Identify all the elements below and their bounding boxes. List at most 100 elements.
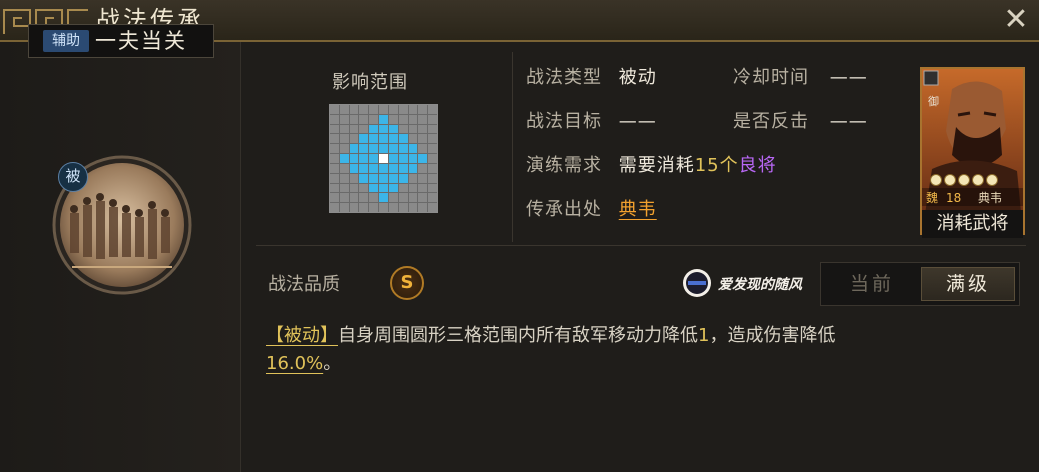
- range-cell: [398, 105, 408, 114]
- range-label: 影响范围: [332, 72, 408, 93]
- range-cell: [379, 154, 388, 163]
- range-cell: [398, 134, 408, 144]
- passive-badge: 被: [58, 162, 88, 192]
- range-cell: [398, 193, 408, 203]
- description-value2: 16.0%: [266, 353, 324, 374]
- toggle-max-button[interactable]: 满级: [921, 267, 1015, 301]
- skill-type-row: 战法类型 被动: [526, 66, 657, 90]
- range-cell: [418, 193, 428, 203]
- range-cell: [418, 173, 428, 183]
- range-cell: [330, 114, 339, 124]
- range-cell: [369, 163, 379, 173]
- range-cell: [379, 144, 388, 154]
- range-cell: [349, 163, 359, 173]
- range-cell: [359, 183, 369, 193]
- range-cell: [339, 163, 349, 173]
- range-cell: [369, 105, 379, 114]
- range-cell: [379, 114, 388, 124]
- range-cell: [428, 183, 437, 193]
- skill-name-box: 辅助 一夫当关: [28, 24, 214, 58]
- range-cell: [379, 124, 388, 134]
- range-cell: [408, 183, 418, 193]
- range-cell: [398, 114, 408, 124]
- watermark-logo-icon: [683, 269, 711, 297]
- range-cell: [349, 203, 359, 212]
- training-count: 15个: [694, 155, 739, 176]
- range-cell: [398, 173, 408, 183]
- range-cell: [408, 114, 418, 124]
- range-cell: [349, 105, 359, 114]
- range-cell: [369, 173, 379, 183]
- range-cell: [418, 124, 428, 134]
- range-cell: [379, 163, 388, 173]
- range-cell: [339, 193, 349, 203]
- description-value1: 1: [698, 325, 710, 346]
- range-cell: [339, 114, 349, 124]
- range-cell: [398, 183, 408, 193]
- horizontal-divider: [256, 245, 1026, 246]
- vertical-divider: [512, 52, 513, 242]
- range-cell: [339, 134, 349, 144]
- range-cell: [339, 183, 349, 193]
- range-cell: [388, 144, 398, 154]
- range-cell: [379, 105, 388, 114]
- skill-type-value: 被动: [618, 67, 657, 88]
- range-cell: [359, 173, 369, 183]
- range-cell: [369, 154, 379, 163]
- range-cell: [428, 193, 437, 203]
- range-cell: [428, 154, 437, 163]
- range-cell: [359, 144, 369, 154]
- range-cell: [379, 193, 388, 203]
- range-cell: [349, 154, 359, 163]
- range-grid: [329, 104, 438, 213]
- cooldown-value: ——: [829, 67, 868, 88]
- counter-row: 是否反击 ——: [733, 110, 868, 134]
- range-cell: [330, 144, 339, 154]
- range-cell: [428, 114, 437, 124]
- range-cell: [388, 183, 398, 193]
- quality-grade-badge: S: [390, 266, 424, 300]
- range-cell: [408, 144, 418, 154]
- range-cell: [330, 203, 339, 212]
- range-cell: [408, 105, 418, 114]
- range-cell: [369, 114, 379, 124]
- range-cell: [408, 154, 418, 163]
- range-cell: [349, 114, 359, 124]
- range-cell: [408, 134, 418, 144]
- range-cell: [369, 193, 379, 203]
- hero-portrait-icon: 御 魏 18 典韦: [922, 69, 1023, 233]
- range-cell: [418, 114, 428, 124]
- origin-hero-link[interactable]: 典韦: [619, 199, 657, 220]
- range-cell: [359, 163, 369, 173]
- range-cell: [428, 124, 437, 134]
- range-cell: [369, 203, 379, 212]
- range-cell: [398, 203, 408, 212]
- cooldown-label: 冷却时间: [733, 67, 809, 88]
- skill-target-label: 战法目标: [526, 111, 602, 132]
- counter-value: ——: [829, 111, 868, 132]
- skill-target-value: ——: [618, 111, 657, 132]
- origin-row: 传承出处 典韦: [526, 198, 657, 222]
- range-cell: [339, 105, 349, 114]
- skill-name: 一夫当关: [95, 29, 187, 53]
- range-cell: [418, 154, 428, 163]
- toggle-current-button[interactable]: 当前: [825, 267, 919, 301]
- counter-label: 是否反击: [733, 111, 809, 132]
- close-icon[interactable]: ✕: [1001, 5, 1031, 36]
- hero-faction: 魏: [926, 190, 938, 205]
- range-cell: [369, 134, 379, 144]
- range-cell: [428, 134, 437, 144]
- consume-hero-label: 消耗武将: [922, 210, 1023, 238]
- hero-rank-tag: 御: [928, 94, 939, 108]
- range-cell: [349, 173, 359, 183]
- range-cell: [330, 124, 339, 134]
- range-cell: [359, 124, 369, 134]
- range-cell: [349, 193, 359, 203]
- range-cell: [388, 114, 398, 124]
- range-cell: [398, 154, 408, 163]
- hero-name: 典韦: [978, 191, 1002, 205]
- range-cell: [408, 173, 418, 183]
- quality-label: 战法品质: [268, 274, 340, 295]
- range-cell: [418, 134, 428, 144]
- range-cell: [428, 163, 437, 173]
